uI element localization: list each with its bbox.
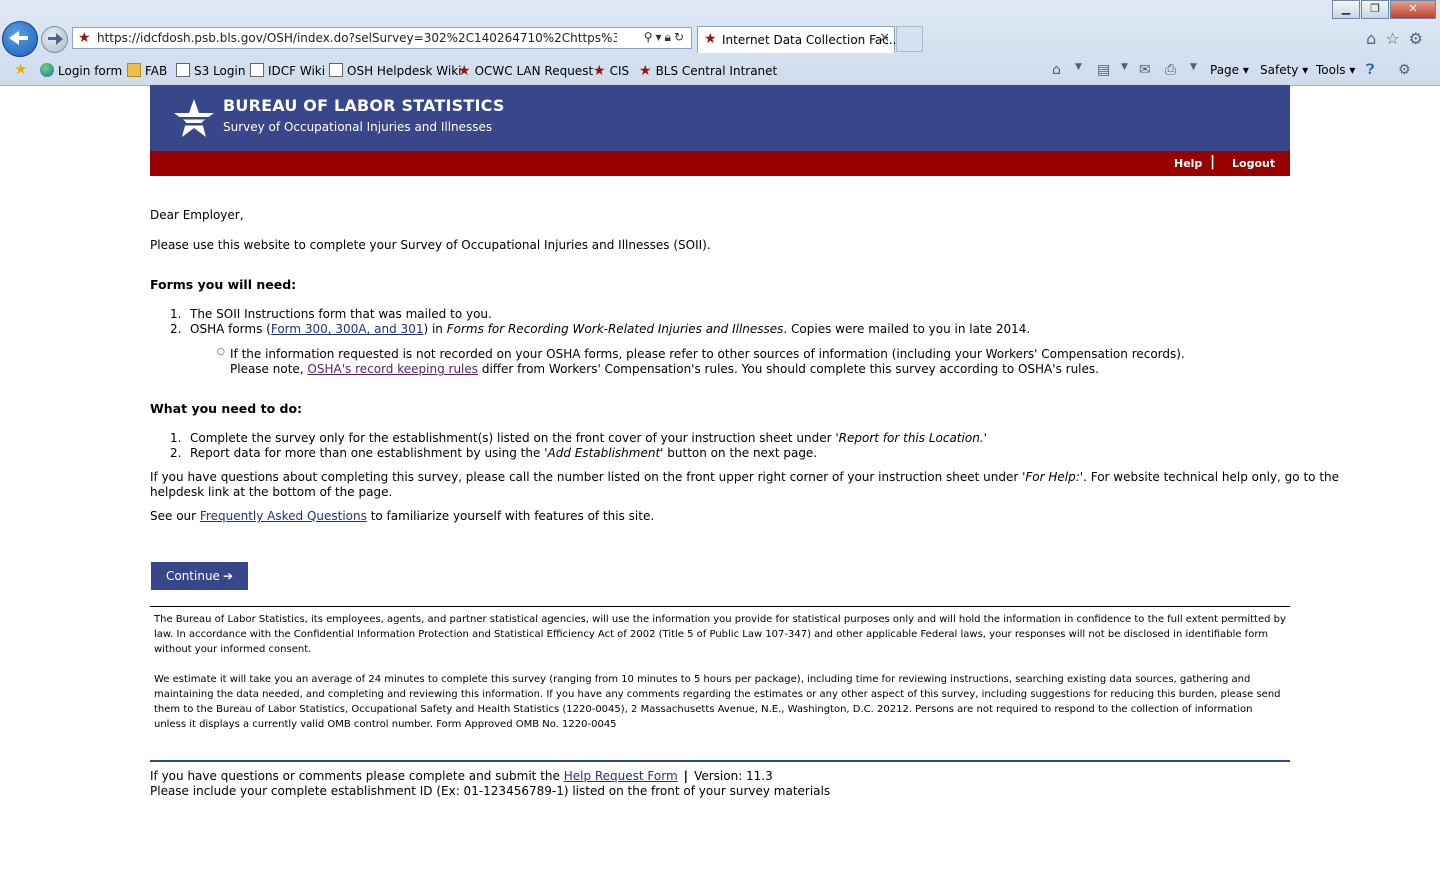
help-link[interactable]: Help [1174, 157, 1202, 170]
tab-favicon-icon: ★ [704, 31, 717, 47]
search-icon[interactable]: ⚲ [644, 30, 656, 44]
tab-internet-data-collection[interactable]: ★ Internet Data Collection Fac... ✕ [697, 26, 900, 53]
globe-icon [40, 63, 54, 77]
chevron-down-icon[interactable]: ▼ [1190, 62, 1197, 72]
page-subtitle: Survey of Occupational Injuries and Illn… [223, 120, 493, 134]
faq-link[interactable]: Frequently Asked Questions [200, 509, 367, 523]
address-url: https://idcfdosh.psb.bls.gov/OSH/index.d… [97, 31, 617, 45]
star-icon: ★ [458, 63, 471, 79]
close-window-button[interactable]: ✕ [1390, 0, 1436, 19]
fav-login-form[interactable]: Login form [40, 63, 122, 78]
list-number: 1. [170, 307, 182, 321]
window-controls: ▁ ❐ ✕ [1331, 0, 1436, 19]
fav-fab[interactable]: FAB [127, 63, 167, 78]
page-title: BUREAU OF LABOR STATISTICS [223, 96, 505, 115]
star-icon: ★ [593, 63, 606, 79]
minimize-button[interactable]: ▁ [1332, 0, 1360, 19]
greeting: Dear Employer, [150, 208, 244, 222]
chevron-down-icon[interactable]: ▼ [1121, 62, 1128, 72]
fav-ocwc-lan-request[interactable]: ★ OCWC LAN Request [458, 63, 593, 79]
gear-icon[interactable]: ⚙ [1409, 29, 1432, 48]
tab-title: Internet Data Collection Fac... [722, 33, 901, 47]
tab-close-icon[interactable]: ✕ [879, 31, 890, 46]
intro-text: Please use this website to complete your… [150, 238, 711, 252]
osha-forms-link[interactable]: Form 300, 300A, and 301 [271, 322, 424, 336]
browser-chrome: ▁ ❐ ✕ ★ https://idcfdosh.psb.bls.gov/OSH… [0, 0, 1440, 86]
forms-heading: Forms you will need: [150, 277, 297, 292]
refresh-icon[interactable]: ↻ [674, 30, 687, 44]
star-icon: ★ [639, 63, 652, 79]
add-favorites-icon[interactable]: ★ [14, 60, 27, 78]
page-menu[interactable]: Page ▾ [1210, 63, 1249, 77]
dropdown-icon[interactable]: ▾ [656, 30, 665, 44]
version-text: Version: 11.3 [694, 769, 773, 783]
list-number: 2. [170, 322, 182, 336]
help-icon[interactable]: ❓︎ [1366, 62, 1374, 78]
header-nav-bar: Help | Logout [150, 151, 1290, 176]
fav-s3-login[interactable]: S3 Login [176, 63, 245, 78]
back-button[interactable] [2, 21, 38, 57]
bls-star-logo-icon [174, 99, 214, 137]
footer-divider [150, 760, 1290, 762]
gear-icon[interactable]: ⚙ [1398, 62, 1411, 78]
home-icon[interactable]: ⌂ [1052, 62, 1061, 78]
new-tab-button[interactable] [896, 26, 923, 52]
maximize-button[interactable]: ❐ [1361, 0, 1389, 19]
footer-line-2: Please include your complete establishme… [150, 784, 831, 798]
address-tools: ⚲▾🔒︎↻ [644, 30, 687, 45]
page-icon [250, 63, 264, 77]
home-icon[interactable]: ⌂ [1366, 29, 1385, 48]
confidentiality-notice: The Bureau of Labor Statistics, its empl… [154, 614, 1286, 655]
list-number: 2. [170, 446, 182, 460]
page-icon [329, 63, 343, 77]
favorites-bar: ★ Login form FAB S3 Login IDCF Wiki OSH … [0, 57, 1440, 84]
bullet-icon: ○ [217, 347, 225, 357]
site-favicon-icon: ★ [78, 30, 91, 46]
footer-line-1: If you have questions or comments please… [150, 769, 773, 783]
logout-link[interactable]: Logout [1232, 157, 1275, 170]
faq-text: See our Frequently Asked Questions to fa… [150, 509, 655, 523]
todo-heading: What you need to do: [150, 401, 303, 416]
questions-text-line2: helpdesk link at the bottom of the page. [150, 485, 393, 499]
page-icon [176, 63, 190, 77]
help-request-form-link[interactable]: Help Request Form [564, 769, 678, 783]
record-keeping-rules-link[interactable]: OSHA's record keeping rules [307, 362, 478, 376]
tools-menu[interactable]: Tools ▾ [1316, 63, 1355, 77]
chevron-down-icon[interactable]: ▼ [1075, 62, 1082, 72]
fav-bls-central-intranet[interactable]: ★ BLS Central Intranet [639, 63, 777, 79]
fav-idcf-wiki[interactable]: IDCF Wiki [250, 63, 325, 78]
bls-header: BUREAU OF LABOR STATISTICS Survey of Occ… [150, 85, 1290, 151]
fav-osh-helpdesk-wiki[interactable]: OSH Helpdesk Wiki [329, 63, 462, 78]
arrow-right-icon: ➔ [222, 569, 234, 583]
questions-text: If you have questions about completing t… [150, 470, 1340, 484]
favorites-star-icon[interactable]: ☆ [1385, 29, 1408, 48]
footer-separator: | [683, 769, 689, 783]
divider [150, 606, 1290, 607]
lock-icon[interactable]: 🔒︎ [665, 30, 674, 44]
burden-statement: We estimate it will take you an average … [154, 674, 1281, 730]
nav-separator: | [1210, 154, 1216, 170]
fav-cis[interactable]: ★ CIS [593, 63, 629, 79]
address-bar[interactable]: ★ https://idcfdosh.psb.bls.gov/OSH/index… [72, 27, 692, 49]
mail-icon[interactable]: ✉ [1139, 62, 1151, 78]
feeds-icon[interactable]: ▤ [1097, 62, 1110, 78]
folder-icon [127, 63, 141, 77]
safety-menu[interactable]: Safety ▾ [1260, 63, 1308, 77]
list-number: 1. [170, 431, 182, 445]
browser-right-icons: ⌂☆⚙ [1366, 29, 1432, 48]
forward-button[interactable] [41, 26, 68, 53]
continue-button[interactable]: Continue ➔ [151, 562, 248, 590]
print-icon[interactable]: ⎙ [1165, 62, 1176, 78]
